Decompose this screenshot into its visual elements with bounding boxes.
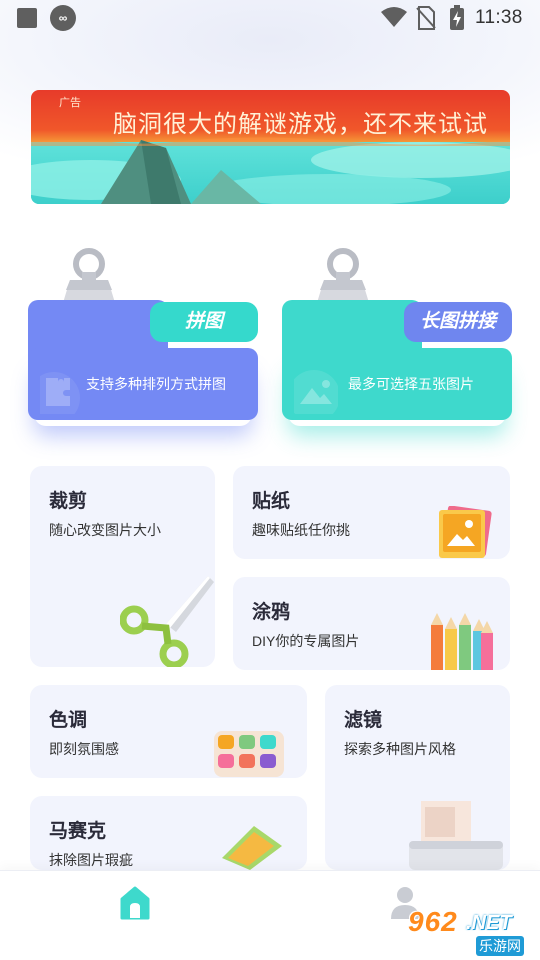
card-title: 色调 <box>49 710 88 731</box>
folder-label-long-image: 长图拼接 <box>404 302 512 342</box>
card-subtitle: 即刻氛围感 <box>49 741 119 757</box>
puzzle-icon <box>40 372 80 414</box>
site-watermark: 962 .NET 乐游网 <box>398 906 540 960</box>
card-subtitle: 抹除图片瑕疵 <box>49 852 133 868</box>
filter-card[interactable]: 滤镜 探索多种图片风格 <box>325 685 510 870</box>
puzzle-collage-card[interactable]: 拼图 支持多种排列方式拼图 <box>28 248 258 420</box>
card-title: 裁剪 <box>49 491 88 512</box>
card-subtitle: 趣味贴纸任你挑 <box>252 522 350 538</box>
mosaic-card[interactable]: 马赛克 抹除图片瑕疵 <box>30 796 307 870</box>
color-pencils-icon <box>431 613 493 670</box>
infinity-icon: ∞ <box>50 5 76 31</box>
ad-banner[interactable]: 广告 脑洞很大的解谜游戏，还不来试试 <box>31 90 510 204</box>
sticker-card[interactable]: 贴纸 趣味贴纸任你挑 <box>233 466 510 559</box>
crop-card[interactable]: 裁剪 随心改变图片大小 <box>30 466 215 667</box>
clock: 11:38 <box>475 7 523 28</box>
battery-charging-icon <box>450 5 464 30</box>
tone-card[interactable]: 色调 即刻氛围感 <box>30 685 307 778</box>
card-subtitle: DIY你的专属图片 <box>252 633 360 649</box>
home-icon[interactable] <box>118 885 152 921</box>
watermark-domain: .NET <box>466 912 512 934</box>
card-subtitle: 探索多种图片风格 <box>344 741 456 757</box>
watermark-cn: 乐游网 <box>476 936 524 956</box>
folder-label-puzzle: 拼图 <box>150 302 258 342</box>
card-title: 涂鸦 <box>252 602 291 623</box>
status-bar: ∞ 11:38 <box>0 0 540 36</box>
palette-icon <box>214 731 284 777</box>
scissors-icon <box>120 576 214 667</box>
card-subtitle: 随心改变图片大小 <box>49 522 161 538</box>
no-sim-icon <box>416 6 436 30</box>
image-icon <box>294 370 338 414</box>
long-image-stitch-card[interactable]: 长图拼接 最多可选择五张图片 <box>282 248 512 420</box>
doodle-card[interactable]: 涂鸦 DIY你的专属图片 <box>233 577 510 670</box>
photo-sticker-icon <box>439 506 492 558</box>
watermark-number: 962 <box>408 906 458 937</box>
eraser-icon <box>222 826 282 870</box>
banner-text: 脑洞很大的解谜游戏，还不来试试 <box>113 111 488 138</box>
card-title: 马赛克 <box>49 821 107 842</box>
wifi-icon <box>381 7 407 27</box>
square-icon <box>17 8 37 28</box>
folder-desc: 支持多种排列方式拼图 <box>86 376 226 392</box>
folder-desc: 最多可选择五张图片 <box>348 376 474 392</box>
card-title: 贴纸 <box>252 491 291 512</box>
printer-icon <box>409 801 503 870</box>
card-title: 滤镜 <box>344 710 383 731</box>
